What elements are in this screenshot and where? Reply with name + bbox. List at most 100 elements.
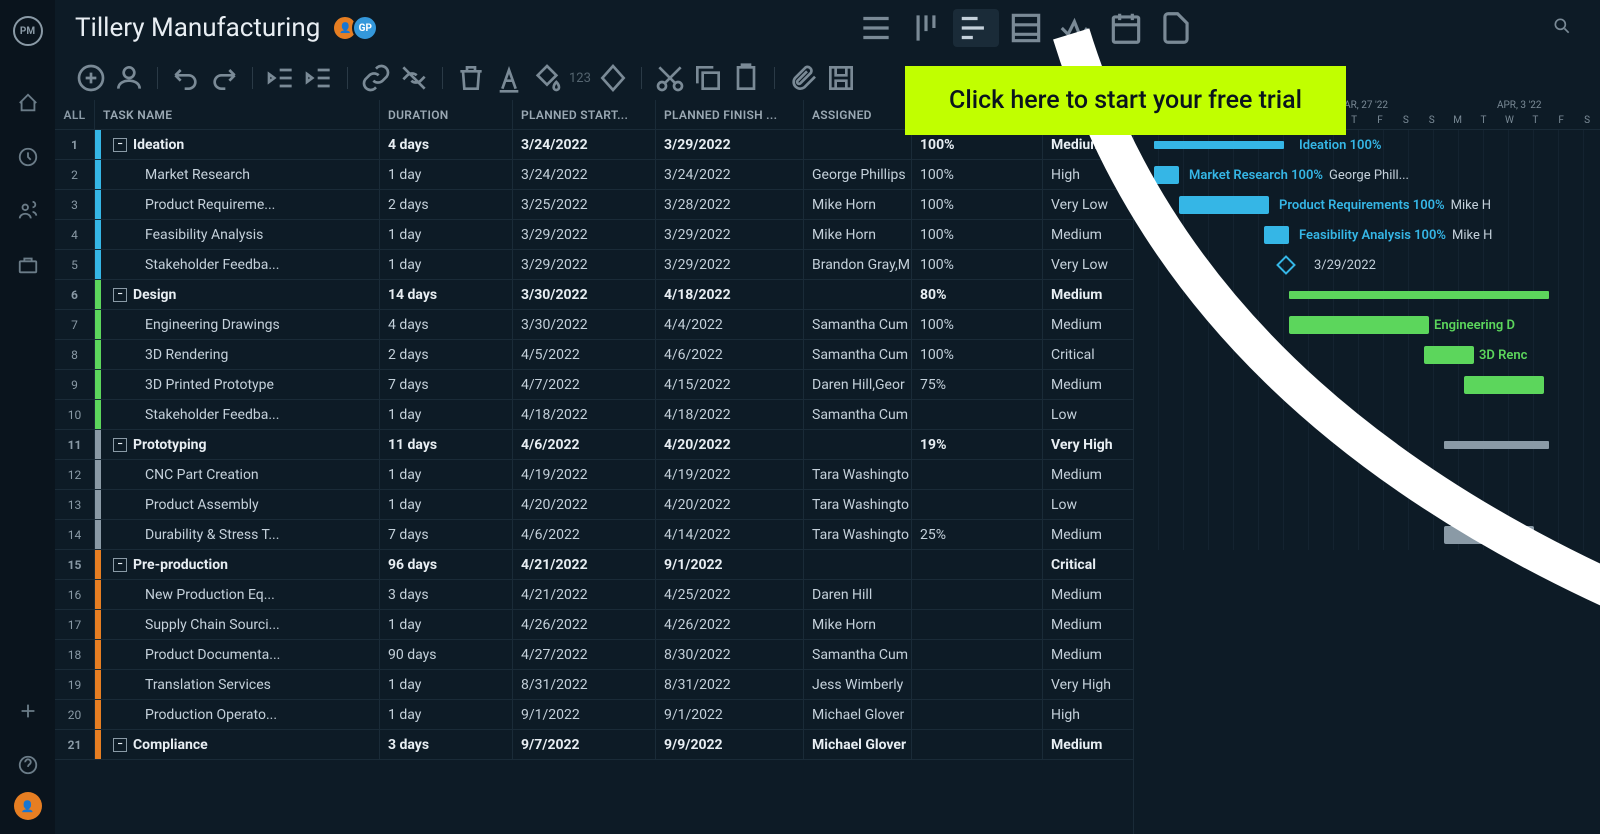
row-number[interactable]: 13 bbox=[55, 490, 95, 519]
cell-duration[interactable]: 2 days bbox=[380, 190, 513, 219]
cell-task-name[interactable]: −Ideation bbox=[95, 130, 380, 159]
cell-planned-start[interactable]: 4/27/2022 bbox=[513, 640, 656, 669]
collapse-toggle[interactable]: − bbox=[113, 558, 127, 572]
collapse-toggle[interactable]: − bbox=[113, 738, 127, 752]
row-number[interactable]: 10 bbox=[55, 400, 95, 429]
cell-task-name[interactable]: Translation Services bbox=[95, 670, 380, 699]
help-icon[interactable] bbox=[17, 754, 39, 776]
indent-button[interactable] bbox=[303, 62, 335, 94]
app-logo[interactable]: PM bbox=[13, 16, 43, 46]
cell-duration[interactable]: 7 days bbox=[380, 370, 513, 399]
row-number[interactable]: 7 bbox=[55, 310, 95, 339]
row-number[interactable]: 15 bbox=[55, 550, 95, 579]
cell-task-name[interactable]: Stakeholder Feedba... bbox=[95, 250, 380, 279]
cell-planned-start[interactable]: 4/5/2022 bbox=[513, 340, 656, 369]
col-all[interactable]: ALL bbox=[55, 100, 95, 129]
cell-duration[interactable]: 3 days bbox=[380, 580, 513, 609]
col-task-name[interactable]: TASK NAME bbox=[95, 100, 380, 129]
user-avatar[interactable]: 👤 bbox=[14, 792, 42, 820]
briefcase-icon[interactable] bbox=[17, 254, 39, 276]
add-task-button[interactable] bbox=[75, 62, 107, 94]
cell-task-name[interactable]: Feasibility Analysis bbox=[95, 220, 380, 249]
cell-planned-start[interactable]: 4/7/2022 bbox=[513, 370, 656, 399]
cell-task-name[interactable]: Product Documenta... bbox=[95, 640, 380, 669]
cell-task-name[interactable]: Product Assembly bbox=[95, 490, 380, 519]
cell-duration[interactable]: 1 day bbox=[380, 220, 513, 249]
cell-duration[interactable]: 1 day bbox=[380, 400, 513, 429]
row-number[interactable]: 14 bbox=[55, 520, 95, 549]
paste-button[interactable] bbox=[730, 62, 762, 94]
cell-task-name[interactable]: −Prototyping bbox=[95, 430, 380, 459]
cell-planned-start[interactable]: 4/26/2022 bbox=[513, 610, 656, 639]
cell-duration[interactable]: 14 days bbox=[380, 280, 513, 309]
cell-planned-start[interactable]: 9/7/2022 bbox=[513, 730, 656, 759]
cell-task-name[interactable]: Production Operato... bbox=[95, 700, 380, 729]
cell-duration[interactable]: 3 days bbox=[380, 730, 513, 759]
cell-planned-start[interactable]: 4/21/2022 bbox=[513, 550, 656, 579]
cell-duration[interactable]: 1 day bbox=[380, 490, 513, 519]
link-button[interactable] bbox=[360, 62, 392, 94]
delete-button[interactable] bbox=[455, 62, 487, 94]
cell-planned-start[interactable]: 3/30/2022 bbox=[513, 280, 656, 309]
row-number[interactable]: 5 bbox=[55, 250, 95, 279]
cell-task-name[interactable]: Engineering Drawings bbox=[95, 310, 380, 339]
row-number[interactable]: 21 bbox=[55, 730, 95, 759]
cell-planned-start[interactable]: 4/19/2022 bbox=[513, 460, 656, 489]
cell-task-name[interactable]: Market Research bbox=[95, 160, 380, 189]
fill-color-button[interactable] bbox=[531, 62, 563, 94]
cell-duration[interactable]: 7 days bbox=[380, 520, 513, 549]
milestone-button[interactable] bbox=[597, 62, 629, 94]
row-number[interactable]: 4 bbox=[55, 220, 95, 249]
team-icon[interactable] bbox=[17, 200, 39, 222]
cell-task-name[interactable]: Stakeholder Feedba... bbox=[95, 400, 380, 429]
cell-task-name[interactable]: −Compliance bbox=[95, 730, 380, 759]
cell-duration[interactable]: 1 day bbox=[380, 700, 513, 729]
cell-task-name[interactable]: Supply Chain Sourci... bbox=[95, 610, 380, 639]
collapse-toggle[interactable]: − bbox=[113, 438, 127, 452]
cta-callout[interactable]: Click here to start your free trial bbox=[905, 66, 1346, 135]
row-number[interactable]: 8 bbox=[55, 340, 95, 369]
avatar-2[interactable]: GP bbox=[352, 15, 378, 41]
cell-planned-start[interactable]: 3/24/2022 bbox=[513, 130, 656, 159]
cell-duration[interactable]: 4 days bbox=[380, 310, 513, 339]
cell-duration[interactable]: 1 day bbox=[380, 250, 513, 279]
collapse-toggle[interactable]: − bbox=[113, 288, 127, 302]
cell-planned-start[interactable]: 3/29/2022 bbox=[513, 220, 656, 249]
cell-task-name[interactable]: 3D Printed Prototype bbox=[95, 370, 380, 399]
cell-task-name[interactable]: Durability & Stress T... bbox=[95, 520, 380, 549]
cell-duration[interactable]: 1 day bbox=[380, 670, 513, 699]
cell-duration[interactable]: 1 day bbox=[380, 160, 513, 189]
row-number[interactable]: 6 bbox=[55, 280, 95, 309]
cell-planned-start[interactable]: 3/24/2022 bbox=[513, 160, 656, 189]
home-icon[interactable] bbox=[17, 92, 39, 114]
assign-button[interactable] bbox=[113, 62, 145, 94]
row-number[interactable]: 16 bbox=[55, 580, 95, 609]
add-icon[interactable] bbox=[17, 700, 39, 722]
cell-planned-start[interactable]: 8/31/2022 bbox=[513, 670, 656, 699]
cell-planned-start[interactable]: 4/6/2022 bbox=[513, 430, 656, 459]
unlink-button[interactable] bbox=[398, 62, 430, 94]
row-number[interactable]: 9 bbox=[55, 370, 95, 399]
cell-duration[interactable]: 11 days bbox=[380, 430, 513, 459]
collapse-toggle[interactable]: − bbox=[113, 138, 127, 152]
cell-duration[interactable]: 2 days bbox=[380, 340, 513, 369]
cell-planned-start[interactable]: 3/30/2022 bbox=[513, 310, 656, 339]
cell-task-name[interactable]: CNC Part Creation bbox=[95, 460, 380, 489]
cell-duration[interactable]: 90 days bbox=[380, 640, 513, 669]
col-planned-start[interactable]: PLANNED START... bbox=[513, 100, 656, 129]
cell-planned-start[interactable]: 9/1/2022 bbox=[513, 700, 656, 729]
cell-task-name[interactable]: −Design bbox=[95, 280, 380, 309]
assignee-avatars[interactable]: 👤 GP bbox=[338, 15, 378, 41]
row-number[interactable]: 11 bbox=[55, 430, 95, 459]
undo-button[interactable] bbox=[170, 62, 202, 94]
text-color-button[interactable] bbox=[493, 62, 525, 94]
row-number[interactable]: 12 bbox=[55, 460, 95, 489]
cell-task-name[interactable]: 3D Rendering bbox=[95, 340, 380, 369]
row-number[interactable]: 20 bbox=[55, 700, 95, 729]
cell-duration[interactable]: 1 day bbox=[380, 610, 513, 639]
cell-duration[interactable]: 4 days bbox=[380, 130, 513, 159]
cut-button[interactable] bbox=[654, 62, 686, 94]
cell-planned-start[interactable]: 3/25/2022 bbox=[513, 190, 656, 219]
row-number[interactable]: 1 bbox=[55, 130, 95, 159]
row-number[interactable]: 19 bbox=[55, 670, 95, 699]
